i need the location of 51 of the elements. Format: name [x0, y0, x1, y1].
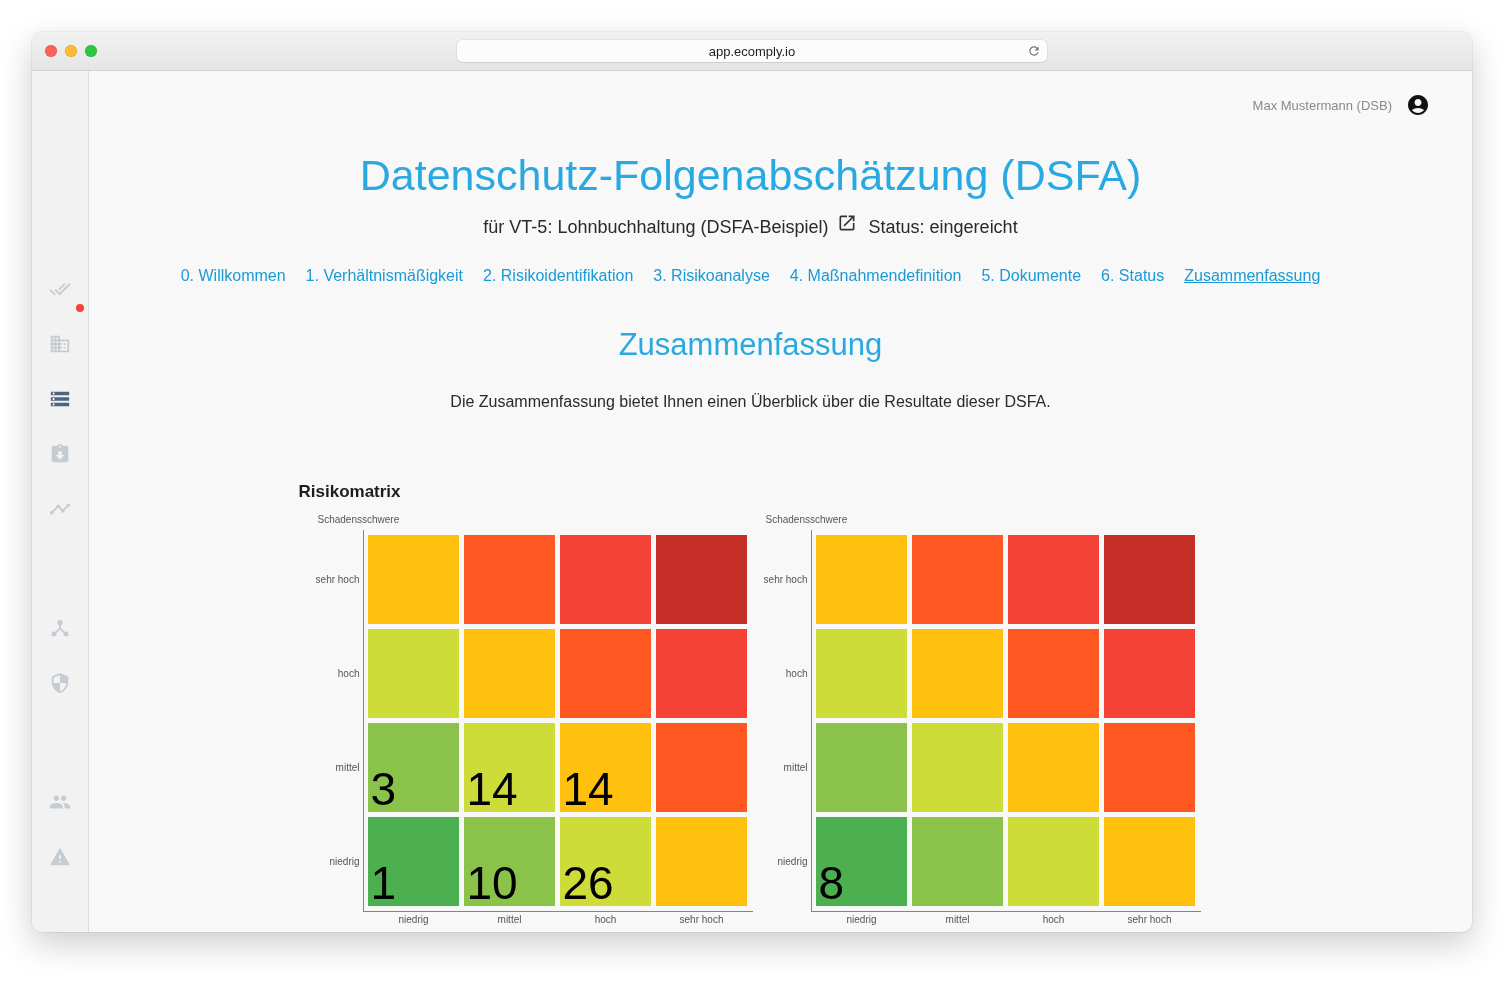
section-intro: Die Zusammenfassung bietet Ihnen einen Überblick über die Resultate dieser DSFA. — [450, 392, 1051, 412]
section-title: Zusammenfassung — [618, 326, 883, 364]
axis-title: Schadensschwere — [765, 514, 848, 526]
hierarchy-icon[interactable] — [49, 617, 71, 639]
risk-count: 14 — [466, 766, 518, 812]
warning-icon[interactable] — [49, 846, 71, 868]
matrix-heading: Risikomatrix — [298, 481, 401, 503]
column-label: hoch — [1042, 914, 1065, 926]
maximize-window-button[interactable] — [85, 45, 97, 57]
row-label: niedrig — [777, 855, 808, 868]
close-window-button[interactable] — [45, 45, 57, 57]
step-link[interactable]: 0. Willkommen — [180, 266, 286, 286]
row-label: mittel — [335, 761, 360, 774]
risk-count: 26 — [562, 860, 614, 906]
user-name: Max Mustermann (DSB) — [1252, 97, 1392, 113]
reload-icon[interactable] — [1027, 44, 1041, 58]
status-text: Status: eingereicht — [868, 216, 1018, 239]
row-label: sehr hoch — [763, 573, 808, 586]
account-icon[interactable] — [1406, 93, 1430, 117]
step-link[interactable]: 3. Risikoanalyse — [653, 266, 770, 286]
column-label: niedrig — [846, 914, 877, 926]
step-link[interactable]: Zusammenfassung — [1184, 266, 1321, 286]
risk-count: 3 — [370, 766, 397, 812]
clipboard-icon[interactable] — [49, 443, 71, 465]
column-label: niedrig — [398, 914, 429, 926]
subtitle-text: für VT-5: Lohnbuchhaltung (DSFA-Beispiel) — [483, 216, 829, 239]
column-label: mittel — [945, 914, 970, 926]
step-link[interactable]: 2. Risikoidentifikation — [483, 266, 634, 286]
axis-title: Schadensschwere — [317, 514, 400, 526]
risk-count: 1 — [370, 860, 397, 906]
row-label: mittel — [783, 761, 808, 774]
address-bar[interactable]: app.ecomply.io — [457, 40, 1047, 62]
step-link[interactable]: 4. Maßnahmendefinition — [789, 266, 962, 286]
step-link[interactable]: 1. Verhältnismäßigkeit — [305, 266, 463, 286]
step-link[interactable]: 5. Dokumente — [981, 266, 1082, 286]
minimize-window-button[interactable] — [65, 45, 77, 57]
column-label: mittel — [497, 914, 522, 926]
risk-count: 10 — [466, 860, 518, 906]
building-icon[interactable] — [49, 333, 71, 355]
row-label: sehr hoch — [315, 573, 360, 586]
column-label: sehr hoch — [679, 914, 724, 926]
risk-count: 14 — [562, 766, 614, 812]
shield-icon[interactable] — [49, 672, 71, 694]
step-link[interactable]: 6. Status — [1101, 266, 1165, 286]
column-label: hoch — [594, 914, 617, 926]
risk-count: 8 — [818, 860, 845, 906]
row-label: niedrig — [329, 855, 360, 868]
row-label: hoch — [337, 667, 360, 680]
row-label: hoch — [785, 667, 808, 680]
page-title: Datenschutz-Folgenabschätzung (DSFA) — [359, 150, 1142, 201]
column-label: sehr hoch — [1127, 914, 1172, 926]
